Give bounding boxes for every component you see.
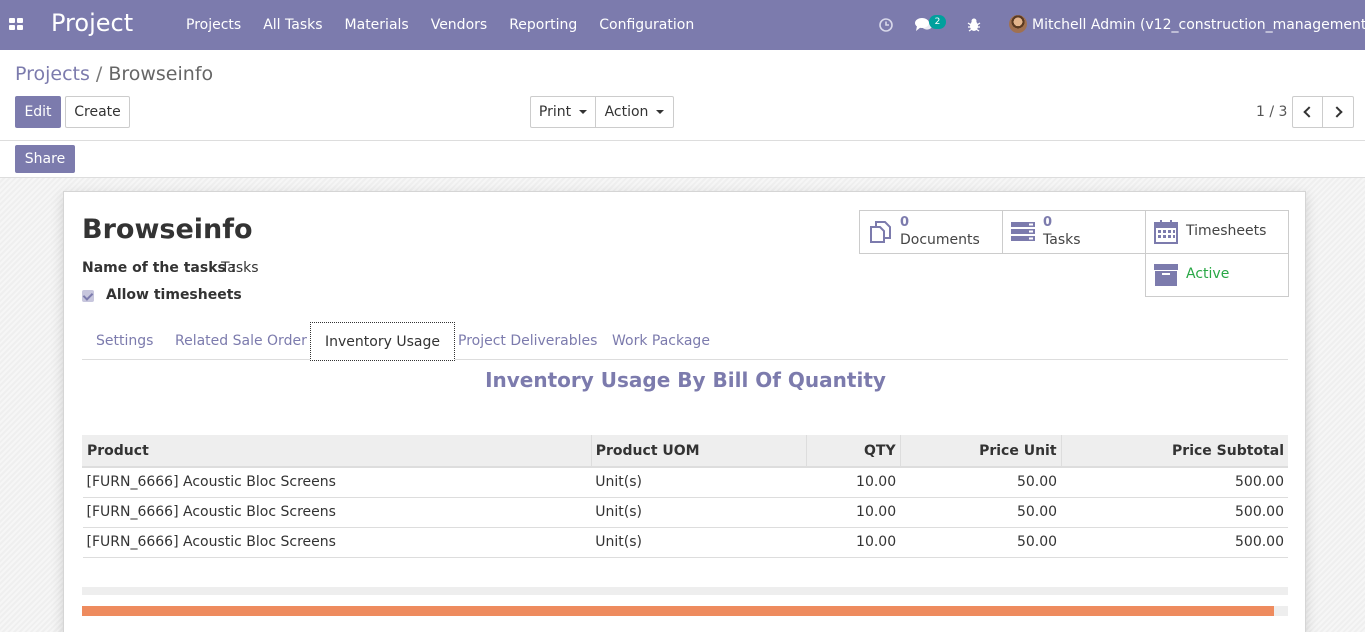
documents-smart-button[interactable]: 0 Documents xyxy=(859,210,1003,254)
uom-cell: Unit(s) xyxy=(591,496,807,527)
app-brand: Project xyxy=(51,9,134,37)
tab-work-package[interactable]: Work Package xyxy=(598,322,724,360)
price-unit-cell: 50.00 xyxy=(900,466,1062,497)
menu-vendors[interactable]: Vendors xyxy=(420,0,498,50)
table-row[interactable]: [FURN_6666] Acoustic Bloc Screens Unit(s… xyxy=(82,496,1288,527)
tasks-name-label: Name of the tasks : xyxy=(82,260,237,276)
qty-cell: 10.00 xyxy=(806,466,901,497)
price-subtotal-cell: 500.00 xyxy=(1061,496,1288,527)
breadcrumb-separator: / xyxy=(95,63,103,85)
column-header-qty[interactable]: QTY xyxy=(805,435,901,468)
breadcrumb-current: Browseinfo xyxy=(108,63,214,85)
statusbar: Share xyxy=(0,141,1365,178)
tab-inventory-usage[interactable]: Inventory Usage xyxy=(310,322,455,361)
breadcrumb: Projects / Browseinfo xyxy=(15,63,213,85)
qty-cell: 10.00 xyxy=(806,496,901,527)
tasks-icon xyxy=(1011,222,1035,241)
tasks-name-value: Tasks xyxy=(221,260,259,276)
messages-badge: 2 xyxy=(929,15,946,29)
print-label: Print xyxy=(538,104,572,120)
action-dropdown[interactable]: Action xyxy=(595,96,674,128)
uom-cell: Unit(s) xyxy=(591,526,807,558)
tab-project-deliverables[interactable]: Project Deliverables xyxy=(444,322,611,360)
form-sheet: Browseinfo Name of the tasks : Tasks All… xyxy=(63,191,1306,632)
tasks-count: 0 xyxy=(1043,215,1053,230)
tab-related-sale-order[interactable]: Related Sale Order xyxy=(161,322,321,360)
column-header-product-uom[interactable]: Product UOM xyxy=(590,435,807,468)
user-avatar[interactable] xyxy=(1009,15,1027,33)
menu-reporting[interactable]: Reporting xyxy=(498,0,588,50)
edit-button[interactable]: Edit xyxy=(15,96,61,128)
create-button[interactable]: Create xyxy=(65,96,130,128)
debug-bug-icon[interactable] xyxy=(966,0,982,50)
uom-cell: Unit(s) xyxy=(591,466,807,497)
price-subtotal-cell: 500.00 xyxy=(1061,526,1288,558)
active-label: Active xyxy=(1186,266,1230,282)
divider-bar xyxy=(82,587,1288,595)
timesheets-label: Timesheets xyxy=(1186,223,1267,239)
record-title: Browseinfo xyxy=(82,214,253,245)
menu-materials[interactable]: Materials xyxy=(334,0,420,50)
breadcrumb-projects[interactable]: Projects xyxy=(15,63,90,85)
activity-clock-icon[interactable] xyxy=(877,0,895,50)
table-header-row: Product Product UOM QTY Price Unit Price… xyxy=(82,435,1288,468)
allow-timesheets-checkbox[interactable] xyxy=(82,290,94,302)
column-header-price-unit[interactable]: Price Unit xyxy=(899,435,1062,468)
top-navbar: Project Projects All Tasks Materials Ven… xyxy=(0,0,1365,50)
column-header-product[interactable]: Product xyxy=(82,435,592,468)
timesheets-smart-button[interactable]: Timesheets xyxy=(1145,210,1289,254)
pager-previous-button[interactable] xyxy=(1292,96,1323,128)
action-label: Action xyxy=(604,104,649,120)
print-caret-icon xyxy=(579,110,588,114)
product-cell: [FURN_6666] Acoustic Bloc Screens xyxy=(82,526,592,558)
qty-cell: 10.00 xyxy=(806,526,901,558)
calendar-icon xyxy=(1154,220,1178,244)
print-dropdown[interactable]: Print xyxy=(530,96,596,128)
menu-all-tasks[interactable]: All Tasks xyxy=(252,0,333,50)
control-panel: Projects / Browseinfo Edit Create Print Ac… xyxy=(0,50,1365,141)
price-subtotal-cell: 500.00 xyxy=(1061,466,1288,497)
price-unit-cell: 50.00 xyxy=(900,496,1062,527)
product-cell: [FURN_6666] Acoustic Bloc Screens xyxy=(82,466,592,497)
archive-icon xyxy=(1154,264,1178,286)
action-caret-icon xyxy=(656,110,665,114)
user-menu[interactable]: Mitchell Admin (v12_construction_managem… xyxy=(1032,0,1365,50)
notebook-tabs: Settings Related Sale Order Inventory Us… xyxy=(82,322,1288,361)
tasks-label: Tasks xyxy=(1043,232,1081,248)
tab-settings[interactable]: Settings xyxy=(82,322,167,360)
active-toggle-button[interactable]: Active xyxy=(1145,253,1289,297)
user-name-label: Mitchell Admin (v12_construction_managem… xyxy=(1032,17,1365,33)
inventory-usage-table: Product Product UOM QTY Price Unit Price… xyxy=(82,435,1288,558)
product-cell: [FURN_6666] Acoustic Bloc Screens xyxy=(82,496,592,527)
menu-configuration[interactable]: Configuration xyxy=(588,0,705,50)
table-row[interactable]: [FURN_6666] Acoustic Bloc Screens Unit(s… xyxy=(82,466,1288,497)
documents-label: Documents xyxy=(900,232,980,248)
documents-icon xyxy=(870,221,891,243)
menu-projects[interactable]: Projects xyxy=(175,0,252,50)
progress-bar xyxy=(82,606,1288,616)
share-button[interactable]: Share xyxy=(15,145,75,173)
pager-value[interactable]: 1 / 3 xyxy=(1256,104,1287,120)
chevron-left-icon xyxy=(1303,106,1315,118)
tasks-smart-button[interactable]: 0 Tasks xyxy=(1002,210,1146,254)
main-menu: Projects All Tasks Materials Vendors Rep… xyxy=(175,0,705,50)
chevron-right-icon xyxy=(1330,106,1343,118)
price-unit-cell: 50.00 xyxy=(900,526,1062,558)
column-header-price-subtotal[interactable]: Price Subtotal xyxy=(1060,435,1288,468)
section-title: Inventory Usage By Bill Of Quantity xyxy=(485,368,886,392)
allow-timesheets-label: Allow timesheets xyxy=(106,287,242,303)
progress-bar-fill xyxy=(82,606,1274,616)
documents-count: 0 xyxy=(900,215,910,230)
table-row[interactable]: [FURN_6666] Acoustic Bloc Screens Unit(s… xyxy=(82,526,1288,558)
apps-menu-icon[interactable] xyxy=(9,18,23,30)
pager-next-button[interactable] xyxy=(1322,96,1354,128)
